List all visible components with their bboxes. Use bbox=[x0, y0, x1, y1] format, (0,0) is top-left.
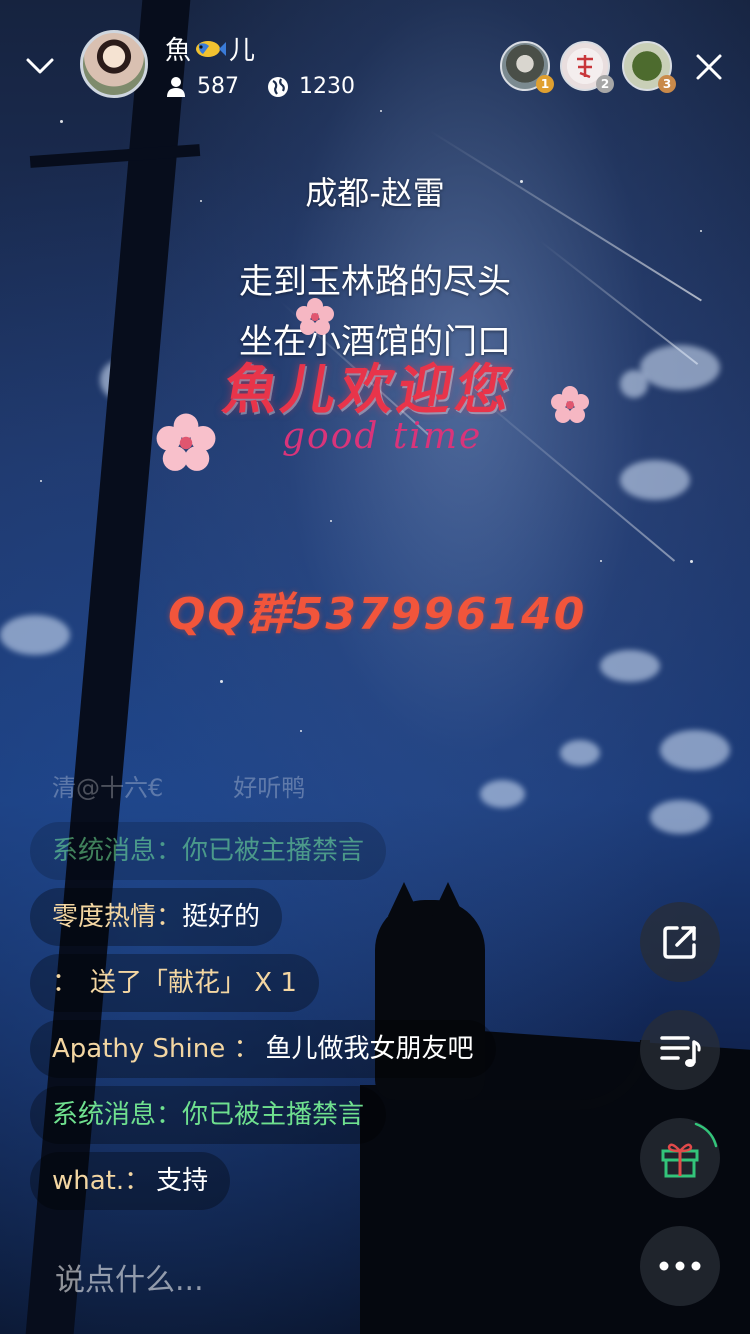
faded-chat-text: 好听鸭 bbox=[233, 774, 306, 802]
anchor-stats: 587 1230 bbox=[165, 74, 355, 99]
faded-chat-name: 清@十六€ bbox=[52, 774, 164, 802]
chat-text: 挺好的 bbox=[182, 902, 261, 932]
song-title: 成都-赵雷 bbox=[305, 174, 445, 212]
cloud-wisp bbox=[480, 780, 525, 808]
chat-text: 支持 bbox=[156, 1166, 209, 1196]
chat-sender: 零度热情： bbox=[52, 902, 183, 932]
chat-message[interactable]: 零度热情：挺好的 bbox=[30, 888, 283, 946]
cloud-wisp bbox=[600, 650, 660, 682]
cherry-blossom-icon bbox=[551, 386, 589, 423]
qq-group-banner: QQ群537996140 bbox=[168, 589, 587, 640]
chat-message[interactable]: Apathy Shine ：鱼儿做我女朋友吧 bbox=[30, 1020, 496, 1078]
person-icon bbox=[167, 76, 185, 97]
share-button[interactable] bbox=[640, 902, 720, 982]
chat-text: 你已被主播禁言 bbox=[182, 1100, 365, 1130]
more-button[interactable] bbox=[640, 1226, 720, 1306]
chat-sender: ： bbox=[52, 968, 79, 998]
more-icon bbox=[659, 1261, 701, 1271]
comment-input[interactable]: 说点什么... bbox=[55, 1255, 204, 1299]
fans-count: 587 bbox=[197, 74, 239, 99]
faded-chat-line: 清@十六€ 好听鸭 bbox=[52, 768, 305, 803]
chevron-down-icon[interactable] bbox=[24, 50, 56, 82]
top-viewer-avatar-1[interactable]: 1 bbox=[500, 41, 554, 93]
chat-text: 送了「献花」 X 1 bbox=[90, 968, 297, 998]
cherry-blossom-icon bbox=[156, 413, 216, 471]
chat-text: 你已被主播禁言 bbox=[182, 836, 365, 866]
cloud-wisp bbox=[0, 615, 70, 655]
close-icon[interactable] bbox=[690, 48, 728, 86]
anchor-name-suffix: 儿 bbox=[229, 36, 256, 66]
welcome-banner: 魚儿欢迎您 bbox=[218, 357, 520, 421]
music-button[interactable] bbox=[640, 1010, 720, 1090]
welcome-subtitle: good time bbox=[282, 416, 483, 457]
viewer-rank-badge: 2 bbox=[596, 75, 614, 93]
chat-sender: what.： bbox=[52, 1166, 151, 1196]
anchor-name[interactable]: 魚 儿 bbox=[165, 30, 255, 67]
top-viewer-avatar-3[interactable]: 3 bbox=[622, 41, 676, 93]
viewer-rank-badge: 1 bbox=[536, 75, 554, 93]
cloud-wisp bbox=[620, 370, 648, 398]
anchor-avatar[interactable] bbox=[80, 30, 148, 98]
chat-sender: 系统消息： bbox=[52, 836, 183, 866]
viewer-rank-badge: 3 bbox=[658, 75, 676, 93]
chat-sender: Apathy Shine ： bbox=[52, 1034, 260, 1064]
chat-message[interactable]: 系统消息：你已被主播禁言 bbox=[30, 1086, 387, 1144]
cat-ear bbox=[388, 882, 420, 916]
cloud-wisp bbox=[660, 730, 730, 770]
cloud-wisp bbox=[620, 460, 690, 500]
cat-ear bbox=[432, 882, 464, 916]
fish-emoji-icon bbox=[196, 40, 227, 57]
music-playlist-icon bbox=[660, 1036, 701, 1067]
share-icon bbox=[663, 926, 696, 959]
lyric-line-1: 走到玉林路的尽头 bbox=[239, 262, 511, 302]
chat-text: 鱼儿做我女朋友吧 bbox=[265, 1034, 474, 1064]
gift-button[interactable] bbox=[640, 1118, 720, 1198]
globe-icon bbox=[268, 76, 288, 97]
chat-message[interactable]: ： 送了「献花」 X 1 bbox=[30, 954, 319, 1012]
hot-count: 1230 bbox=[299, 74, 355, 99]
top-viewer-avatar-2[interactable]: 2 bbox=[560, 41, 614, 93]
cherry-blossom-icon bbox=[296, 298, 334, 335]
anchor-name-prefix: 魚 bbox=[165, 36, 192, 66]
cloud-wisp bbox=[560, 740, 600, 766]
chat-sender: 系统消息： bbox=[52, 1100, 183, 1130]
chat-message[interactable]: 系统消息：你已被主播禁言 bbox=[30, 822, 387, 880]
gift-progress-ring bbox=[694, 1122, 718, 1148]
cloud-wisp bbox=[650, 800, 710, 834]
chat-message[interactable]: what.： 支持 bbox=[30, 1152, 231, 1210]
